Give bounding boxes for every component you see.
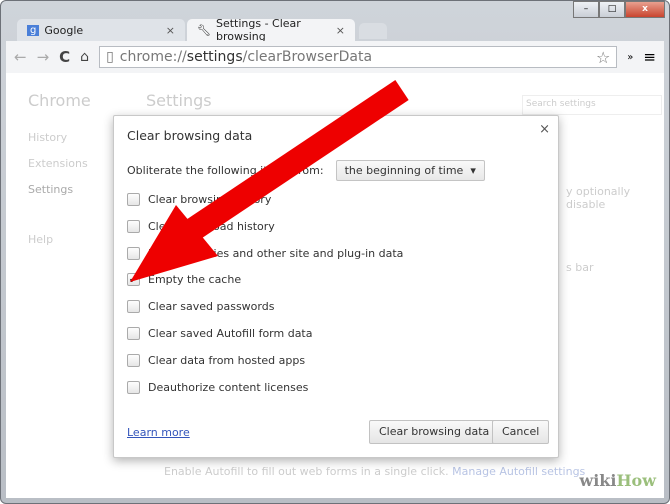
checkbox-item[interactable]: Clear saved passwords xyxy=(127,300,275,314)
checkbox[interactable] xyxy=(127,327,140,340)
close-tab-icon[interactable]: × xyxy=(336,24,345,37)
tab-google[interactable]: g Google × xyxy=(17,19,185,41)
checkbox-label: Deauthorize content licenses xyxy=(148,380,309,394)
checkbox-label: Clear download history xyxy=(148,219,275,233)
url-prefix: chrome:// xyxy=(119,49,187,65)
autofill-label: Enable Autofill to fill out web forms in… xyxy=(164,465,449,478)
checkbox[interactable] xyxy=(127,380,140,394)
checkbox-item[interactable]: Clear download history xyxy=(127,219,275,233)
checkbox-label: Delete cookies and other site and plug-i… xyxy=(148,246,404,260)
chrome-brand: Chrome xyxy=(28,91,91,110)
wikihow-logo: wikiHow xyxy=(579,471,656,490)
google-icon: g xyxy=(27,24,40,36)
learn-more-link[interactable]: Learn more xyxy=(127,426,190,439)
new-tab-button[interactable] xyxy=(359,23,387,39)
checkbox[interactable]: ✔ xyxy=(127,273,140,287)
nav-extensions[interactable]: Extensions xyxy=(28,157,88,170)
nav-settings[interactable]: Settings xyxy=(28,183,73,196)
checkbox-label: Clear saved Autofill form data xyxy=(148,327,313,340)
autofill-setting: Enable Autofill to fill out web forms in… xyxy=(164,465,585,478)
checkbox[interactable] xyxy=(127,353,140,367)
checkbox[interactable] xyxy=(127,219,140,233)
nav-history[interactable]: History xyxy=(28,131,67,144)
checkbox-label: Clear data from hosted apps xyxy=(148,353,306,367)
checkbox-item[interactable]: Clear saved Autofill form data xyxy=(127,327,313,340)
tab-label: Google xyxy=(44,23,84,37)
checkbox-label: Clear browsing history xyxy=(148,193,272,206)
maximize-button[interactable]: □ xyxy=(599,1,625,18)
close-dialog-icon[interactable]: × xyxy=(539,122,550,137)
obliterate-label: Obliterate the following items from: xyxy=(127,164,324,177)
clear-browsing-data-dialog: Clear browsing data × Obliterate the fol… xyxy=(113,115,559,458)
dialog-title: Clear browsing data xyxy=(127,128,253,143)
checkbox[interactable] xyxy=(127,300,140,314)
nav-help[interactable]: Help xyxy=(28,233,53,246)
home-icon[interactable]: ⌂ xyxy=(80,49,89,65)
checkbox-label: Empty the cache xyxy=(148,273,242,287)
checkbox[interactable] xyxy=(127,193,140,206)
forward-icon[interactable]: → xyxy=(37,48,50,66)
close-tab-icon[interactable]: × xyxy=(166,24,175,37)
dropdown-arrow-icon: ▾ xyxy=(470,164,476,177)
checkbox-item[interactable]: Delete cookies and other site and plug-i… xyxy=(127,246,404,260)
wrench-icon: 🔧︎ xyxy=(197,23,211,37)
bg-text: s bar xyxy=(566,261,594,274)
manage-autofill-link[interactable]: Manage Autofill settings xyxy=(452,465,585,478)
page-icon: ▯ xyxy=(106,49,114,65)
star-icon[interactable]: ☆ xyxy=(596,48,610,67)
bg-text: y optionally disable xyxy=(566,185,631,211)
tab-label: Settings - Clear browsing xyxy=(215,17,301,43)
clear-browsing-data-button[interactable]: Clear browsing data xyxy=(369,420,500,444)
checkbox-item[interactable]: Deauthorize content licenses xyxy=(127,380,309,394)
menu-icon[interactable]: ≡ xyxy=(643,48,656,66)
reload-icon[interactable]: C xyxy=(59,48,70,66)
url-host: settings xyxy=(186,49,243,65)
search-settings-input[interactable]: Search settings xyxy=(522,95,662,115)
period-value: the beginning of time xyxy=(344,164,464,177)
cancel-button[interactable]: Cancel xyxy=(492,420,550,444)
settings-heading: Settings xyxy=(146,91,212,110)
time-period-select[interactable]: the beginning of time ▾ xyxy=(335,160,485,181)
url-path: /clearBrowserData xyxy=(242,49,373,65)
checkbox-label: Clear saved passwords xyxy=(148,300,275,314)
close-window-button[interactable]: x xyxy=(625,1,665,18)
back-icon[interactable]: ← xyxy=(14,48,27,66)
checkbox-item[interactable]: Clear browsing history xyxy=(127,193,271,206)
address-bar[interactable]: ▯ chrome://settings/clearBrowserData ☆ xyxy=(99,46,618,68)
tab-settings[interactable]: 🔧︎ Settings - Clear browsing × xyxy=(187,17,355,43)
minimize-button[interactable]: – xyxy=(573,1,599,18)
checkbox-item[interactable]: ✔ Empty the cache xyxy=(127,273,242,287)
extensions-overflow-icon[interactable]: » xyxy=(627,52,633,63)
checkbox[interactable] xyxy=(127,246,140,260)
checkbox-item[interactable]: Clear data from hosted apps xyxy=(127,353,306,367)
